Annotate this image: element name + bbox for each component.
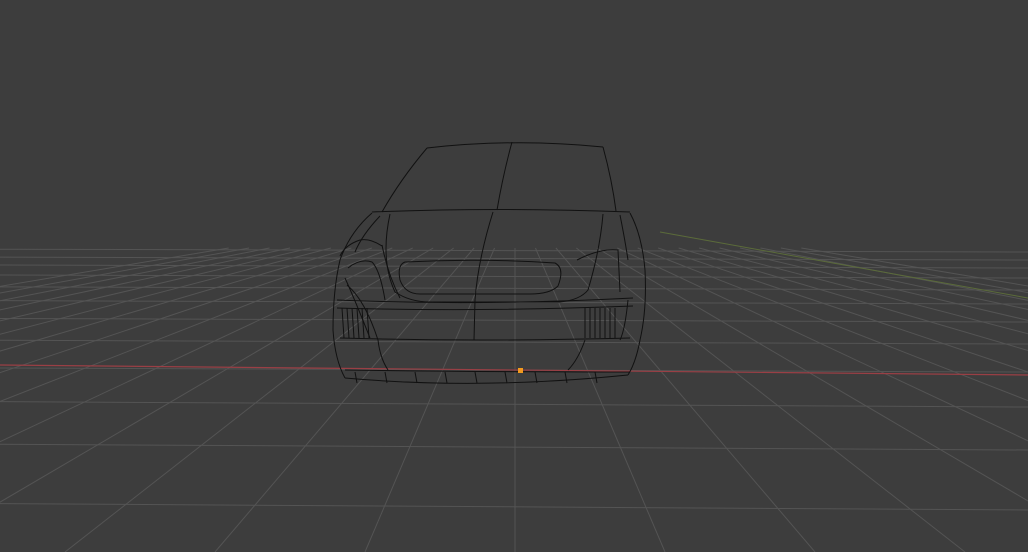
3d-viewport[interactable] bbox=[0, 0, 1028, 552]
object-origin-point[interactable] bbox=[518, 368, 523, 373]
origin-overlay bbox=[518, 368, 523, 373]
